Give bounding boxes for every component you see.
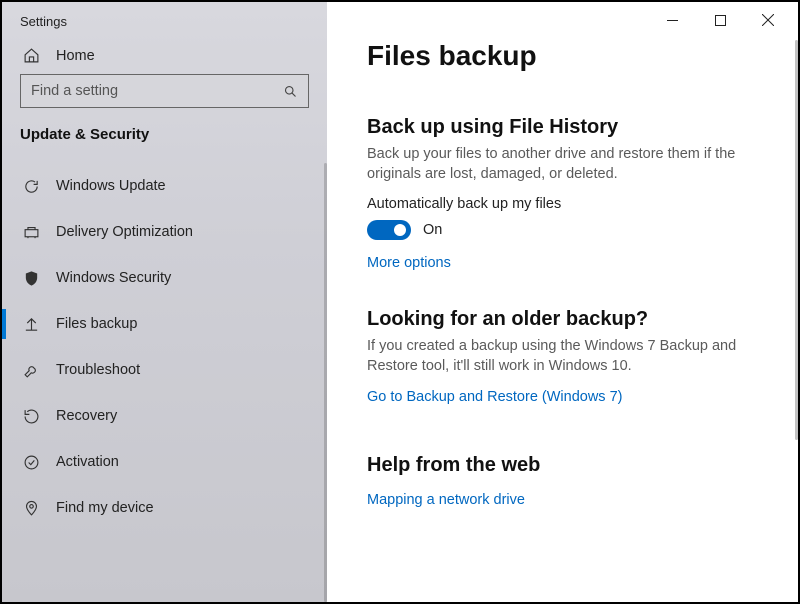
file-history-section: Back up using File History Back up your … <box>367 116 758 272</box>
activation-icon <box>20 454 42 471</box>
nav-troubleshoot[interactable]: Troubleshoot <box>2 347 327 393</box>
wrench-icon <box>20 362 42 379</box>
older-heading: Looking for an older backup? <box>367 308 758 331</box>
window-title: Settings <box>2 2 327 39</box>
help-section: Help from the web Mapping a network driv… <box>367 454 758 509</box>
page-title: Files backup <box>367 40 758 72</box>
home-icon <box>20 47 42 64</box>
search-box[interactable] <box>20 74 309 108</box>
nav-list: Windows Update Delivery Optimization Win… <box>2 163 327 602</box>
sidebar: Settings Home Update & Security Windows … <box>2 2 327 602</box>
nav-label: Recovery <box>56 408 117 424</box>
backup-icon <box>20 316 42 333</box>
help-link[interactable]: Mapping a network drive <box>367 492 525 508</box>
content-scrollbar[interactable] <box>795 40 798 440</box>
nav-files-backup[interactable]: Files backup <box>2 301 327 347</box>
nav-label: Activation <box>56 454 119 470</box>
older-desc: If you created a backup using the Window… <box>367 337 758 376</box>
recovery-icon <box>20 408 42 425</box>
backup-restore-link[interactable]: Go to Backup and Restore (Windows 7) <box>367 389 622 405</box>
older-backup-section: Looking for an older backup? If you crea… <box>367 308 758 406</box>
more-options-link[interactable]: More options <box>367 255 451 271</box>
nav-find-device[interactable]: Find my device <box>2 485 327 531</box>
nav-activation[interactable]: Activation <box>2 439 327 485</box>
maximize-button[interactable] <box>698 5 742 35</box>
content-area: Files backup Back up using File History … <box>327 38 798 602</box>
main-content: Files backup Back up using File History … <box>327 2 798 602</box>
nav-label: Files backup <box>56 316 137 332</box>
close-button[interactable] <box>746 5 790 35</box>
search-icon <box>283 84 298 99</box>
nav-label: Windows Security <box>56 270 171 286</box>
toggle-label: Automatically back up my files <box>367 196 758 212</box>
file-history-heading: Back up using File History <box>367 116 758 139</box>
file-history-desc: Back up your files to another drive and … <box>367 145 758 184</box>
search-input[interactable] <box>31 83 283 99</box>
toggle-state: On <box>423 222 442 238</box>
nav-recovery[interactable]: Recovery <box>2 393 327 439</box>
nav-windows-security[interactable]: Windows Security <box>2 255 327 301</box>
title-bar <box>327 2 798 38</box>
backup-toggle[interactable] <box>367 220 411 240</box>
home-link[interactable]: Home <box>2 39 327 74</box>
nav-label: Find my device <box>56 500 154 516</box>
sync-icon <box>20 178 42 195</box>
section-title: Update & Security <box>2 124 327 163</box>
home-label: Home <box>56 48 95 64</box>
nav-label: Windows Update <box>56 178 166 194</box>
location-icon <box>20 500 42 517</box>
nav-label: Troubleshoot <box>56 362 140 378</box>
nav-label: Delivery Optimization <box>56 224 193 240</box>
nav-delivery-optimization[interactable]: Delivery Optimization <box>2 209 327 255</box>
shield-icon <box>20 270 42 287</box>
nav-windows-update[interactable]: Windows Update <box>2 163 327 209</box>
delivery-icon <box>20 224 42 241</box>
help-heading: Help from the web <box>367 454 758 477</box>
minimize-button[interactable] <box>650 5 694 35</box>
